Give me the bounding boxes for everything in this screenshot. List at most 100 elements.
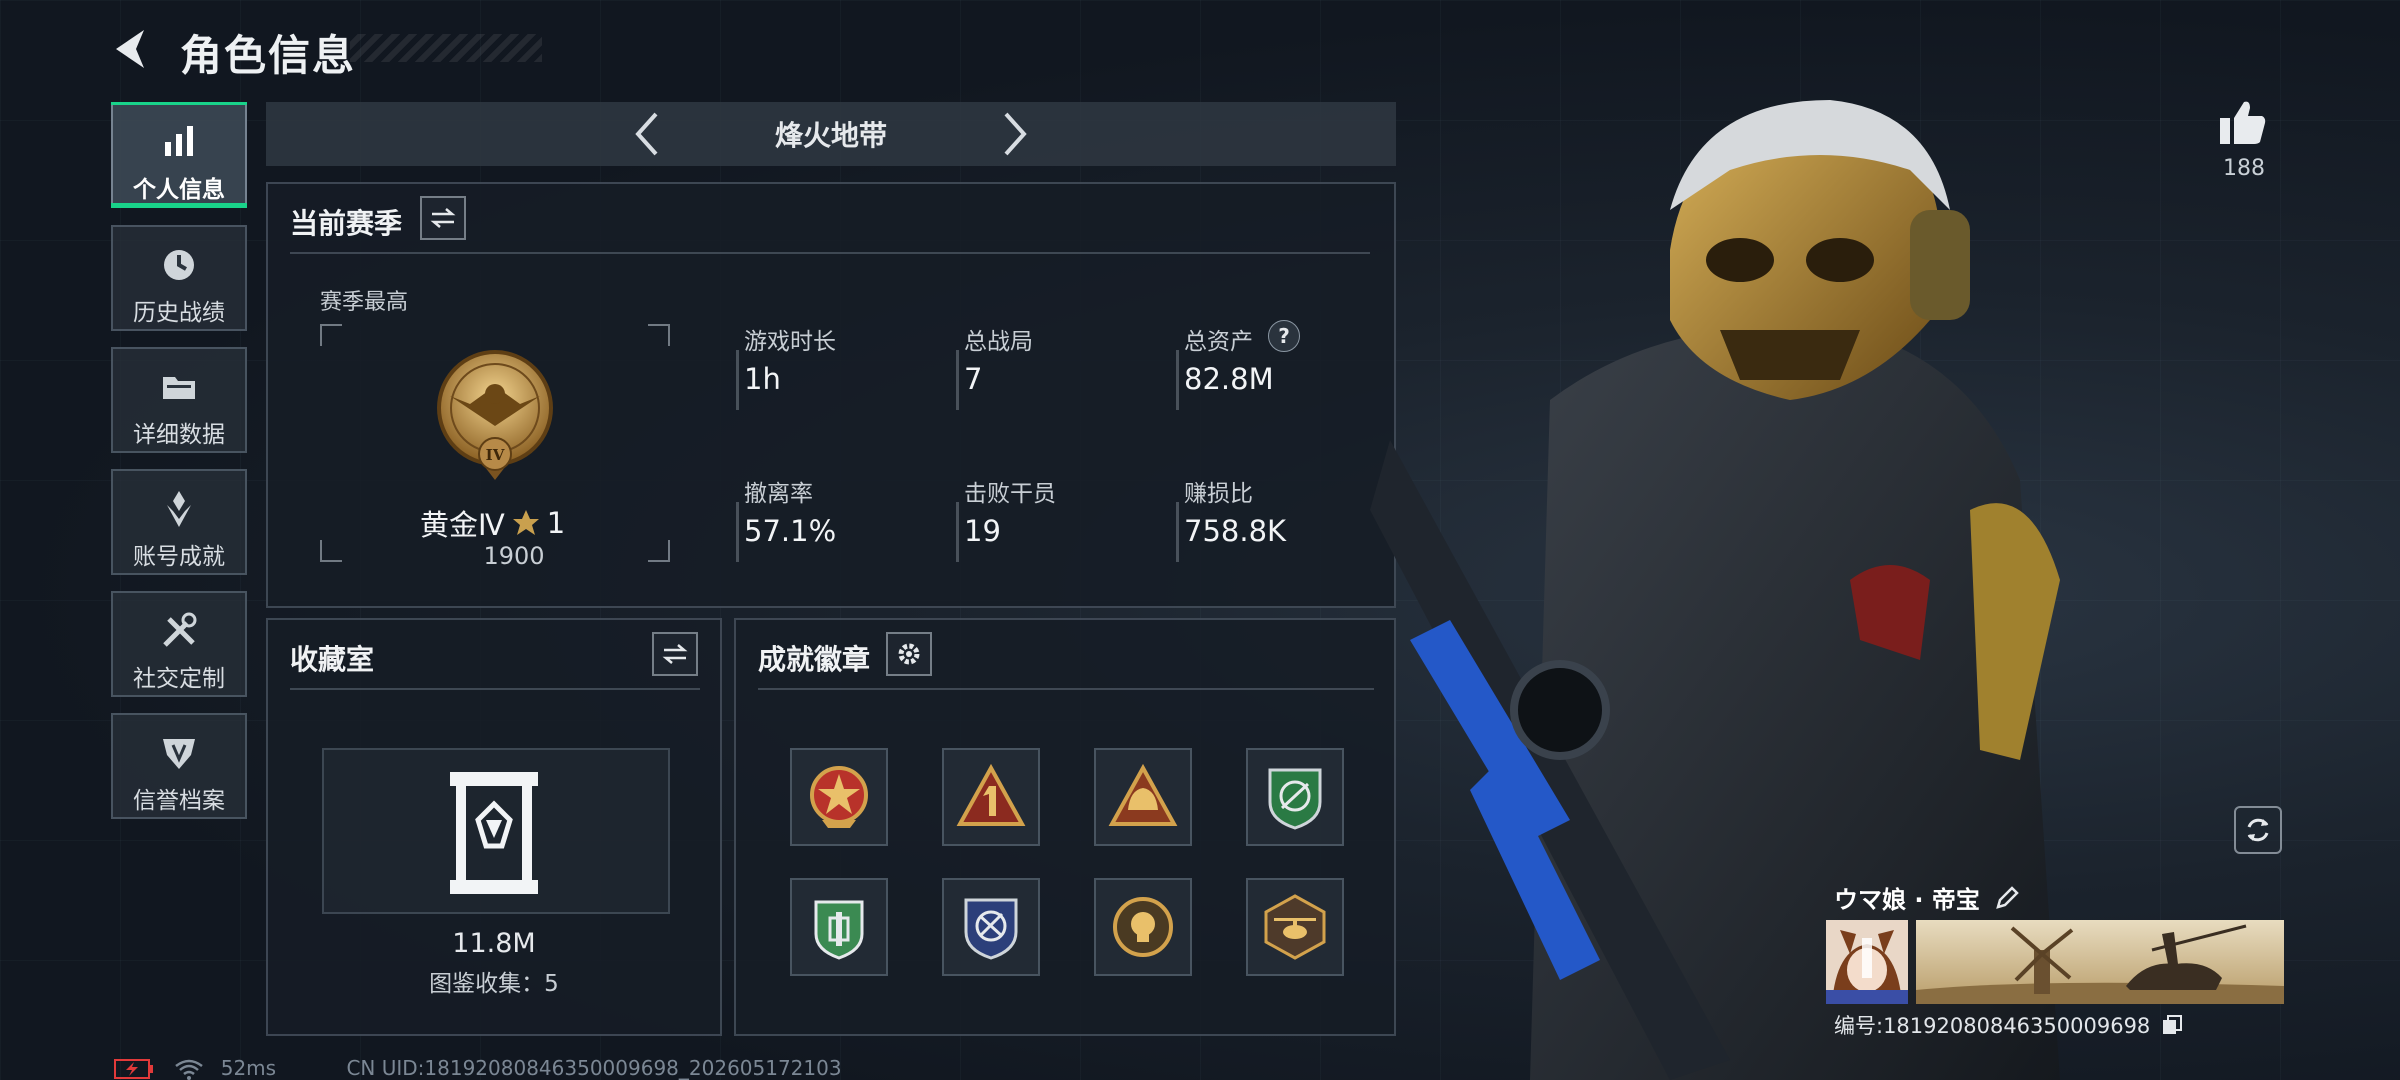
sidebar-item-history[interactable]: 历史战绩 (111, 225, 247, 331)
collection-count: 图鉴收集：5 (429, 971, 559, 997)
refresh-icon (2247, 818, 2269, 842)
rank-stars: 1 (546, 506, 566, 540)
character-uid-row: 编号:18192080846350009698 (1834, 1010, 2183, 1040)
chevron-right-icon[interactable] (992, 110, 1036, 158)
sidebar-item-social-custom[interactable]: 社交定制 (111, 591, 247, 697)
swap-icon (430, 208, 456, 228)
sidebar-item-achievements[interactable]: 账号成就 (111, 469, 247, 575)
sidebar-item-label: 个人信息 (133, 177, 225, 203)
badge-slot[interactable] (790, 748, 888, 846)
divider (758, 688, 1374, 690)
badge-slot[interactable] (942, 878, 1040, 976)
season-best-label: 赛季最高 (320, 290, 409, 315)
tools-icon (163, 612, 197, 647)
stat-divider (956, 502, 959, 562)
badge-slot[interactable] (1246, 748, 1344, 846)
status-uid: CN UID:18192080846350009698_202605172103 (346, 1056, 842, 1080)
season-title: 当前赛季 (290, 207, 403, 240)
badge-star-emblem-icon (810, 766, 868, 828)
back-arrow-icon[interactable] (108, 26, 154, 72)
rank-name: 黄金Ⅳ (420, 508, 505, 542)
thumbs-up-icon[interactable] (2218, 98, 2268, 146)
sidebar-item-personal-info[interactable]: 个人信息 (111, 102, 247, 208)
frame-corner (648, 540, 670, 562)
achievement-badges-panel: 成就徽章 (734, 618, 1396, 1036)
rank-emblem-numeral: IV (486, 446, 505, 464)
badge-helmet-icon (1108, 763, 1178, 826)
sidebar-item-reputation[interactable]: 信誉档案 (111, 713, 247, 819)
badge-slot[interactable] (942, 748, 1040, 846)
page-title: 角色信息 (180, 31, 357, 80)
badge-skull-emblem-icon (1113, 897, 1173, 957)
badge-medic-shield-icon (814, 900, 864, 960)
frame-corner (320, 324, 342, 346)
divider (290, 252, 1370, 254)
badge-slot[interactable] (1246, 878, 1344, 976)
gear-icon (898, 643, 920, 665)
folder-icon (163, 377, 195, 399)
badge-rank-one-icon (956, 763, 1026, 826)
help-icon[interactable]: ? (1268, 320, 1300, 352)
battery-charging-icon (114, 1059, 153, 1079)
badge-slot[interactable] (1094, 878, 1192, 976)
reputation-icon (163, 739, 195, 769)
star-icon (512, 510, 539, 535)
stat-label-playtime: 游戏时长 (744, 329, 836, 355)
stat-label-profit-ratio: 赚损比 (1184, 481, 1253, 507)
sidebar-item-label: 社交定制 (133, 666, 225, 692)
character-uid: 编号:18192080846350009698 (1834, 1014, 2151, 1038)
sidebar-item-label: 历史战绩 (133, 300, 225, 326)
copy-icon[interactable] (2161, 1014, 2183, 1036)
sidebar-item-detailed-data[interactable]: 详细数据 (111, 347, 247, 453)
like-count: 188 (2223, 156, 2265, 181)
edit-pencil-icon[interactable] (1994, 885, 2020, 911)
character-name: ウマ娘 · 帝宝 (1834, 886, 1980, 914)
history-clock-icon (164, 250, 194, 280)
mode-title: 烽火地带 (774, 119, 887, 152)
stat-divider (736, 502, 739, 562)
bar-chart-icon (165, 126, 193, 156)
stat-value-kills: 19 (964, 514, 1001, 548)
avatar[interactable] (1826, 920, 1908, 1004)
collection-value: 11.8M (452, 928, 536, 959)
achievement-icon (167, 491, 191, 527)
stat-divider (1176, 502, 1179, 562)
display-case-icon (450, 772, 538, 894)
frame-corner (648, 324, 670, 346)
stat-value-profit-ratio: 758.8K (1184, 514, 1287, 548)
badge-slot[interactable] (790, 878, 888, 976)
sidebar-item-label: 账号成就 (133, 544, 225, 570)
name-card-banner[interactable] (1916, 920, 2284, 1004)
collection-panel[interactable]: 收藏室 11.8M 图鉴收集：5 (266, 618, 722, 1036)
badges-settings-button[interactable] (886, 632, 932, 676)
stat-value-total-matches: 7 (964, 362, 983, 396)
swap-icon (662, 644, 688, 664)
stat-label-total-matches: 总战局 (964, 329, 1033, 355)
refresh-button[interactable] (2234, 806, 2282, 854)
rank-emblem-icon: IV (437, 350, 553, 480)
stat-divider (736, 350, 739, 410)
title-decoration (350, 34, 542, 62)
rank-score: 1900 (483, 542, 545, 570)
wifi-icon (175, 1059, 204, 1080)
sidebar-item-label: 信誉档案 (133, 788, 225, 814)
stat-value-extract-rate: 57.1% (744, 514, 837, 548)
badge-slot[interactable] (1094, 748, 1192, 846)
stat-divider (1176, 350, 1179, 410)
stat-value-playtime: 1h (744, 362, 781, 396)
collection-switch-button[interactable] (652, 632, 698, 676)
season-switch-button[interactable] (420, 196, 466, 240)
ping-value: 52ms (220, 1056, 277, 1080)
frame-corner (320, 540, 342, 562)
stat-value-total-assets: 82.8M (1184, 362, 1274, 396)
stat-label-total-assets: 总资产 (1184, 329, 1253, 355)
current-season-panel: 当前赛季 赛季最高 IV 黄金Ⅳ 1 1900 游戏时长 1h 总战局 7 总资… (266, 182, 1396, 608)
badge-helicopter-icon (1264, 894, 1326, 960)
badge-blue-shield-icon (964, 898, 1018, 960)
collection-title: 收藏室 (290, 643, 375, 676)
stat-divider (956, 350, 959, 410)
character-name-row: ウマ娘 · 帝宝 (1834, 880, 2020, 915)
badges-title: 成就徽章 (758, 643, 871, 676)
stat-label-kills: 击败干员 (964, 481, 1056, 507)
mode-tab-bar: 烽火地带 (266, 102, 1396, 166)
